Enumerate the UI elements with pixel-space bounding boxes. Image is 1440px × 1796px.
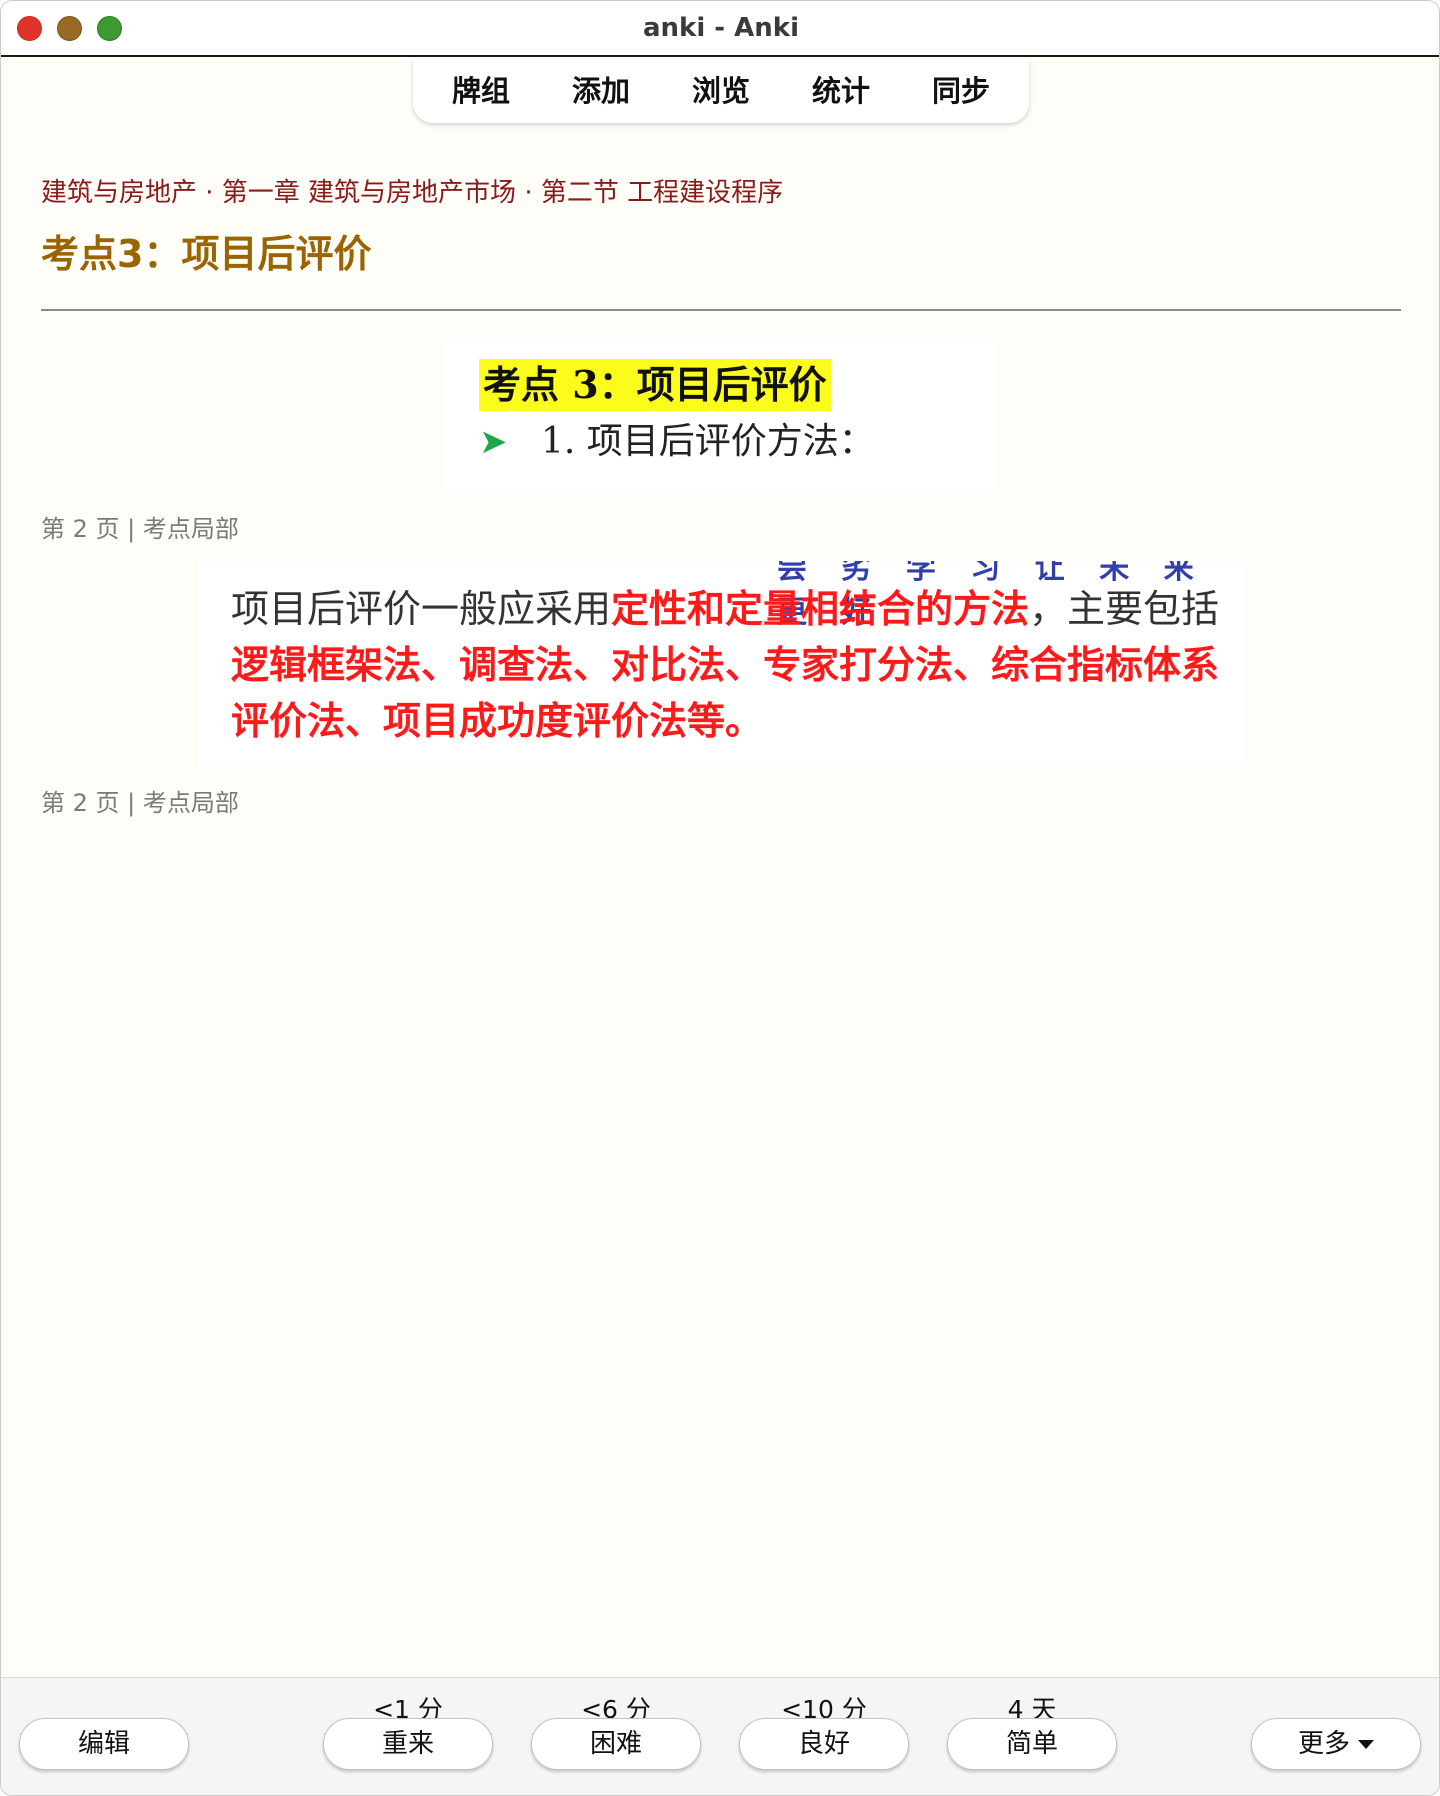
slide-emphasis: 逻辑框架法、调查法、对比法、专家打分法、综合指标体系评价法、项目成功度评价法等。 <box>231 642 1220 743</box>
more-button[interactable]: 更多 <box>1251 1718 1421 1770</box>
main-toolbar: 牌组 添加 浏览 统计 同步 <box>413 59 1029 123</box>
chevron-down-icon <box>1358 1740 1374 1749</box>
arrow-bullet-icon: ➤ <box>479 422 508 462</box>
review-bottom-bar: 编辑 <1 分 重来 <6 分 困难 <10 分 良好 4 天 简单 更多 <box>1 1677 1439 1795</box>
image-caption: 第 2 页 | 考点局部 <box>41 789 239 817</box>
tab-decks[interactable]: 牌组 <box>421 68 541 114</box>
window-title: anki - Anki <box>643 13 799 43</box>
slide-bullet-line: ➤ 1. 项目后评价方法： <box>479 415 875 469</box>
slide-emphasis: 定性和定量相结合的方法 <box>611 586 1030 631</box>
edit-button[interactable]: 编辑 <box>19 1718 189 1770</box>
slide-paragraph: 项目后评价一般应采用定性和定量相结合的方法，主要包括逻辑框架法、调查法、对比法、… <box>231 581 1231 749</box>
anki-window: anki - Anki 牌组 添加 浏览 统计 同步 建筑与房地产 · 第一章 … <box>0 0 1440 1796</box>
breadcrumb: 建筑与房地产 · 第一章 建筑与房地产市场 · 第二节 工程建设程序 <box>41 178 784 208</box>
more-label: 更多 <box>1297 1729 1350 1759</box>
image-caption: 第 2 页 | 考点局部 <box>41 515 239 543</box>
card-content: 建筑与房地产 · 第一章 建筑与房地产市场 · 第二节 工程建设程序 考点3：项… <box>41 171 1401 311</box>
slide-text: 项目后评价一般应采用 <box>231 587 612 631</box>
slide-bullet-text: 1. 项目后评价方法： <box>541 421 875 462</box>
title-bar: anki - Anki <box>1 1 1439 57</box>
tab-add[interactable]: 添加 <box>541 68 661 114</box>
good-button[interactable]: 良好 <box>739 1718 909 1770</box>
divider <box>41 309 1401 311</box>
tab-stats[interactable]: 统计 <box>781 68 901 114</box>
hard-button[interactable]: 困难 <box>531 1718 701 1770</box>
card-title: 考点3：项目后评价 <box>41 232 372 276</box>
slide-text: ，主要包括 <box>1029 587 1220 631</box>
again-button[interactable]: 重来 <box>323 1718 493 1770</box>
tab-browse[interactable]: 浏览 <box>661 68 781 114</box>
slide-image-heading: 考点 3：项目后评价 ➤ 1. 项目后评价方法： <box>445 337 995 495</box>
slide-image-content: 尝 劣 学 习 让 未 来 更 好 项目后评价一般应采用定性和定量相结合的方法，… <box>199 561 1243 767</box>
easy-button[interactable]: 简单 <box>947 1718 1117 1770</box>
slide-heading: 考点 3：项目后评价 <box>479 359 831 411</box>
tab-sync[interactable]: 同步 <box>901 68 1021 114</box>
